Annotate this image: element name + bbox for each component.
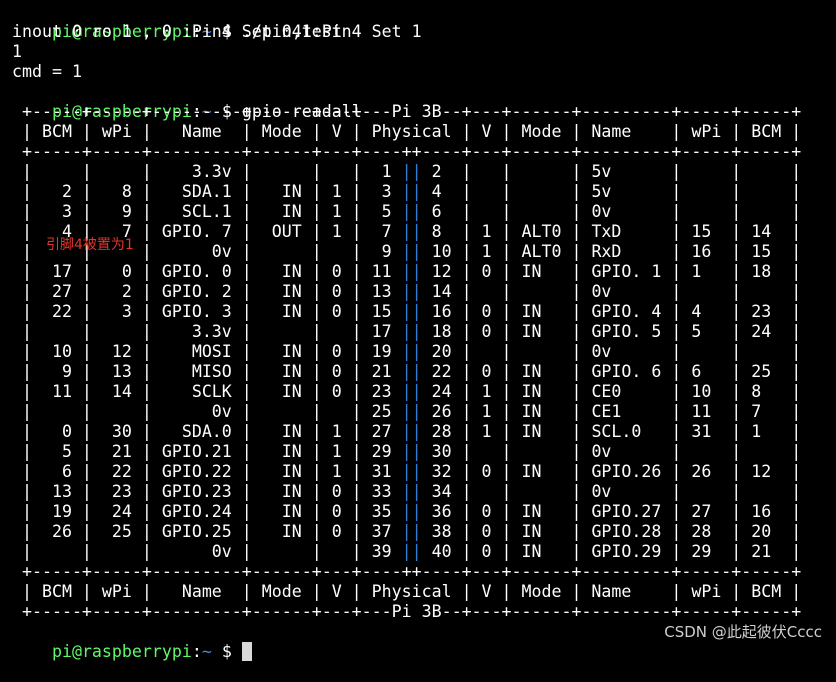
table-row: | 11 | 14 | SCLK | IN | 0 | 23 || 24 | 1… bbox=[12, 382, 801, 402]
table-row-right: 10 | 1 | ALT0 | RxD | 16 | 15 | bbox=[421, 242, 802, 261]
table-row-right: 6 | | | 0v | | | bbox=[421, 202, 802, 221]
table-separator: +-----+-----+---------+------+---+----++… bbox=[12, 562, 802, 581]
physical-pin-separator: || bbox=[401, 422, 422, 441]
table-row-left: | | | 3.3v | | | 17 bbox=[12, 322, 402, 341]
table-row-left: | 11 | 14 | SCLK | IN | 0 | 23 bbox=[12, 382, 402, 401]
table-row-right: 26 | 1 | IN | CE1 | 11 | 7 | bbox=[421, 402, 802, 421]
physical-pin-separator: || bbox=[401, 402, 422, 421]
terminal-window[interactable]: pi@raspberrypi:~ $ ./pin4test inout 0 ro… bbox=[0, 0, 836, 661]
table-row-right: 12 | 0 | IN | GPIO. 1 | 1 | 18 | bbox=[421, 262, 802, 281]
physical-pin-separator: || bbox=[401, 262, 422, 281]
table-row-right: 20 | | | 0v | | | bbox=[421, 342, 802, 361]
prompt-symbol: $ bbox=[211, 642, 242, 661]
table-row: | 26 | 25 | GPIO.25 | IN | 0 | 37 || 38 … bbox=[12, 522, 801, 542]
table-row: | 3 | 9 | SCL.1 | IN | 1 | 5 || 6 | | | … bbox=[12, 202, 801, 222]
physical-pin-separator: || bbox=[401, 282, 422, 301]
table-row-left: | 2 | 8 | SDA.1 | IN | 1 | 3 bbox=[12, 182, 402, 201]
table-separator: +-----+-----+---------+------+---+----++… bbox=[12, 142, 802, 161]
output-line: 1 bbox=[12, 42, 22, 61]
physical-pin-separator: || bbox=[401, 342, 422, 361]
table-row-right: 8 | 1 | ALT0 | TxD | 15 | 14 | bbox=[421, 222, 802, 241]
table-row-left: | 10 | 12 | MOSI | IN | 0 | 19 bbox=[12, 342, 402, 361]
table-header: | BCM | wPi | Name | Mode | V | Physical… bbox=[12, 122, 802, 141]
table-row-right: 22 | 0 | IN | GPIO. 6 | 6 | 25 | bbox=[421, 362, 802, 381]
table-row-right: 18 | 0 | IN | GPIO. 5 | 5 | 24 | bbox=[421, 322, 802, 341]
table-row-right: 30 | | | 0v | | | bbox=[421, 442, 802, 461]
physical-pin-separator: || bbox=[401, 182, 422, 201]
table-row-right: 28 | 1 | IN | SCL.0 | 31 | 1 | bbox=[421, 422, 802, 441]
output-line: inout 0 ro 1 , 0 :Pin4 Set 0,1:Pin4 Set … bbox=[12, 22, 422, 41]
table-row-left: | 17 | 0 | GPIO. 0 | IN | 0 | 11 bbox=[12, 262, 402, 281]
table-row-left: | 26 | 25 | GPIO.25 | IN | 0 | 37 bbox=[12, 522, 402, 541]
table-border: +-----+-----+---------+------+---+---Pi … bbox=[12, 602, 802, 621]
table-row: | 6 | 22 | GPIO.22 | IN | 1 | 31 || 32 |… bbox=[12, 462, 801, 482]
table-row-right: 38 | 0 | IN | GPIO.28 | 28 | 20 | bbox=[421, 522, 802, 541]
table-row: | 10 | 12 | MOSI | IN | 0 | 19 || 20 | |… bbox=[12, 342, 801, 362]
table-footer-header: | BCM | wPi | Name | Mode | V | Physical… bbox=[12, 582, 802, 601]
physical-pin-separator: || bbox=[401, 202, 422, 221]
physical-pin-separator: || bbox=[401, 442, 422, 461]
prompt-path: ~ bbox=[201, 642, 212, 661]
table-row-left: | 9 | 13 | MISO | IN | 0 | 21 bbox=[12, 362, 402, 381]
table-row: | 13 | 23 | GPIO.23 | IN | 0 | 33 || 34 … bbox=[12, 482, 801, 502]
table-row-left: | | | 0v | | | 39 bbox=[12, 542, 402, 561]
table-row-left: | 5 | 21 | GPIO.21 | IN | 1 | 29 bbox=[12, 442, 402, 461]
table-row-right: 4 | | | 5v | | | bbox=[421, 182, 802, 201]
table-row-left: | 13 | 23 | GPIO.23 | IN | 0 | 33 bbox=[12, 482, 402, 501]
table-row: | 5 | 21 | GPIO.21 | IN | 1 | 29 || 30 |… bbox=[12, 442, 801, 462]
physical-pin-separator: || bbox=[401, 382, 422, 401]
table-row: | 17 | 0 | GPIO. 0 | IN | 0 | 11 || 12 |… bbox=[12, 262, 801, 282]
table-row-right: 36 | 0 | IN | GPIO.27 | 27 | 16 | bbox=[421, 502, 802, 521]
table-row: | 9 | 13 | MISO | IN | 0 | 21 || 22 | 0 … bbox=[12, 362, 801, 382]
table-row: | 19 | 24 | GPIO.24 | IN | 0 | 35 || 36 … bbox=[12, 502, 801, 522]
table-row-left: | | | 3.3v | | | 1 bbox=[12, 162, 402, 181]
table-row-left: | 22 | 3 | GPIO. 3 | IN | 0 | 15 bbox=[12, 302, 402, 321]
table-row: | 22 | 3 | GPIO. 3 | IN | 0 | 15 || 16 |… bbox=[12, 302, 801, 322]
prompt-separator: : bbox=[191, 642, 202, 661]
table-row: | | | 0v | | | 39 || 40 | 0 | IN | GPIO.… bbox=[12, 542, 801, 562]
table-row-left: | 6 | 22 | GPIO.22 | IN | 1 | 31 bbox=[12, 462, 402, 481]
table-row-right: 24 | 1 | IN | CE0 | 10 | 8 | bbox=[421, 382, 802, 401]
table-row-right: 32 | 0 | IN | GPIO.26 | 26 | 12 | bbox=[421, 462, 802, 481]
table-row: | | | 0v | | | 25 || 26 | 1 | IN | CE1 |… bbox=[12, 402, 801, 422]
command-line[interactable]: pi@raspberrypi:~ $ bbox=[12, 622, 252, 661]
table-border: +-----+-----+---------+------+---+---Pi … bbox=[12, 102, 802, 121]
table-row: | 2 | 8 | SDA.1 | IN | 1 | 3 || 4 | | | … bbox=[12, 182, 801, 202]
physical-pin-separator: || bbox=[401, 242, 422, 261]
table-row-left: | 27 | 2 | GPIO. 2 | IN | 0 | 13 bbox=[12, 282, 402, 301]
physical-pin-separator: || bbox=[401, 302, 422, 321]
command-line: pi@raspberrypi:~ $ gpio readall bbox=[12, 82, 362, 121]
table-row-left: | 19 | 24 | GPIO.24 | IN | 0 | 35 bbox=[12, 502, 402, 521]
annotation-label: 引脚4被置为1 bbox=[46, 237, 134, 253]
table-row-right: 2 | | | 5v | | | bbox=[421, 162, 802, 181]
prompt-user: pi@raspberrypi bbox=[51, 642, 192, 661]
physical-pin-separator: || bbox=[401, 162, 422, 181]
table-row-left: | 0 | 30 | SDA.0 | IN | 1 | 27 bbox=[12, 422, 402, 441]
command-line: pi@raspberrypi:~ $ ./pin4test bbox=[12, 2, 342, 41]
watermark: CSDN @此起彼伏Cccc bbox=[664, 623, 822, 641]
table-row: | 0 | 30 | SDA.0 | IN | 1 | 27 || 28 | 1… bbox=[12, 422, 801, 442]
physical-pin-separator: || bbox=[401, 462, 422, 481]
physical-pin-separator: || bbox=[401, 522, 422, 541]
table-row-left: | 3 | 9 | SCL.1 | IN | 1 | 5 bbox=[12, 202, 402, 221]
terminal-cursor[interactable] bbox=[241, 642, 252, 661]
output-line: cmd = 1 bbox=[12, 62, 82, 81]
table-row-right: 34 | | | 0v | | | bbox=[421, 482, 802, 501]
physical-pin-separator: || bbox=[401, 222, 422, 241]
table-row-right: 40 | 0 | IN | GPIO.29 | 29 | 21 | bbox=[421, 542, 802, 561]
physical-pin-separator: || bbox=[401, 362, 422, 381]
physical-pin-separator: || bbox=[401, 482, 422, 501]
table-row: | 27 | 2 | GPIO. 2 | IN | 0 | 13 || 14 |… bbox=[12, 282, 801, 302]
table-row: | | | 3.3v | | | 17 || 18 | 0 | IN | GPI… bbox=[12, 322, 801, 342]
table-row: | | | 3.3v | | | 1 || 2 | | | 5v | | | bbox=[12, 162, 801, 182]
table-row-right: 16 | 0 | IN | GPIO. 4 | 4 | 23 | bbox=[421, 302, 802, 321]
table-row-right: 14 | | | 0v | | | bbox=[421, 282, 802, 301]
physical-pin-separator: || bbox=[401, 542, 422, 561]
physical-pin-separator: || bbox=[401, 502, 422, 521]
table-row-left: | | | 0v | | | 25 bbox=[12, 402, 402, 421]
physical-pin-separator: || bbox=[401, 322, 422, 341]
